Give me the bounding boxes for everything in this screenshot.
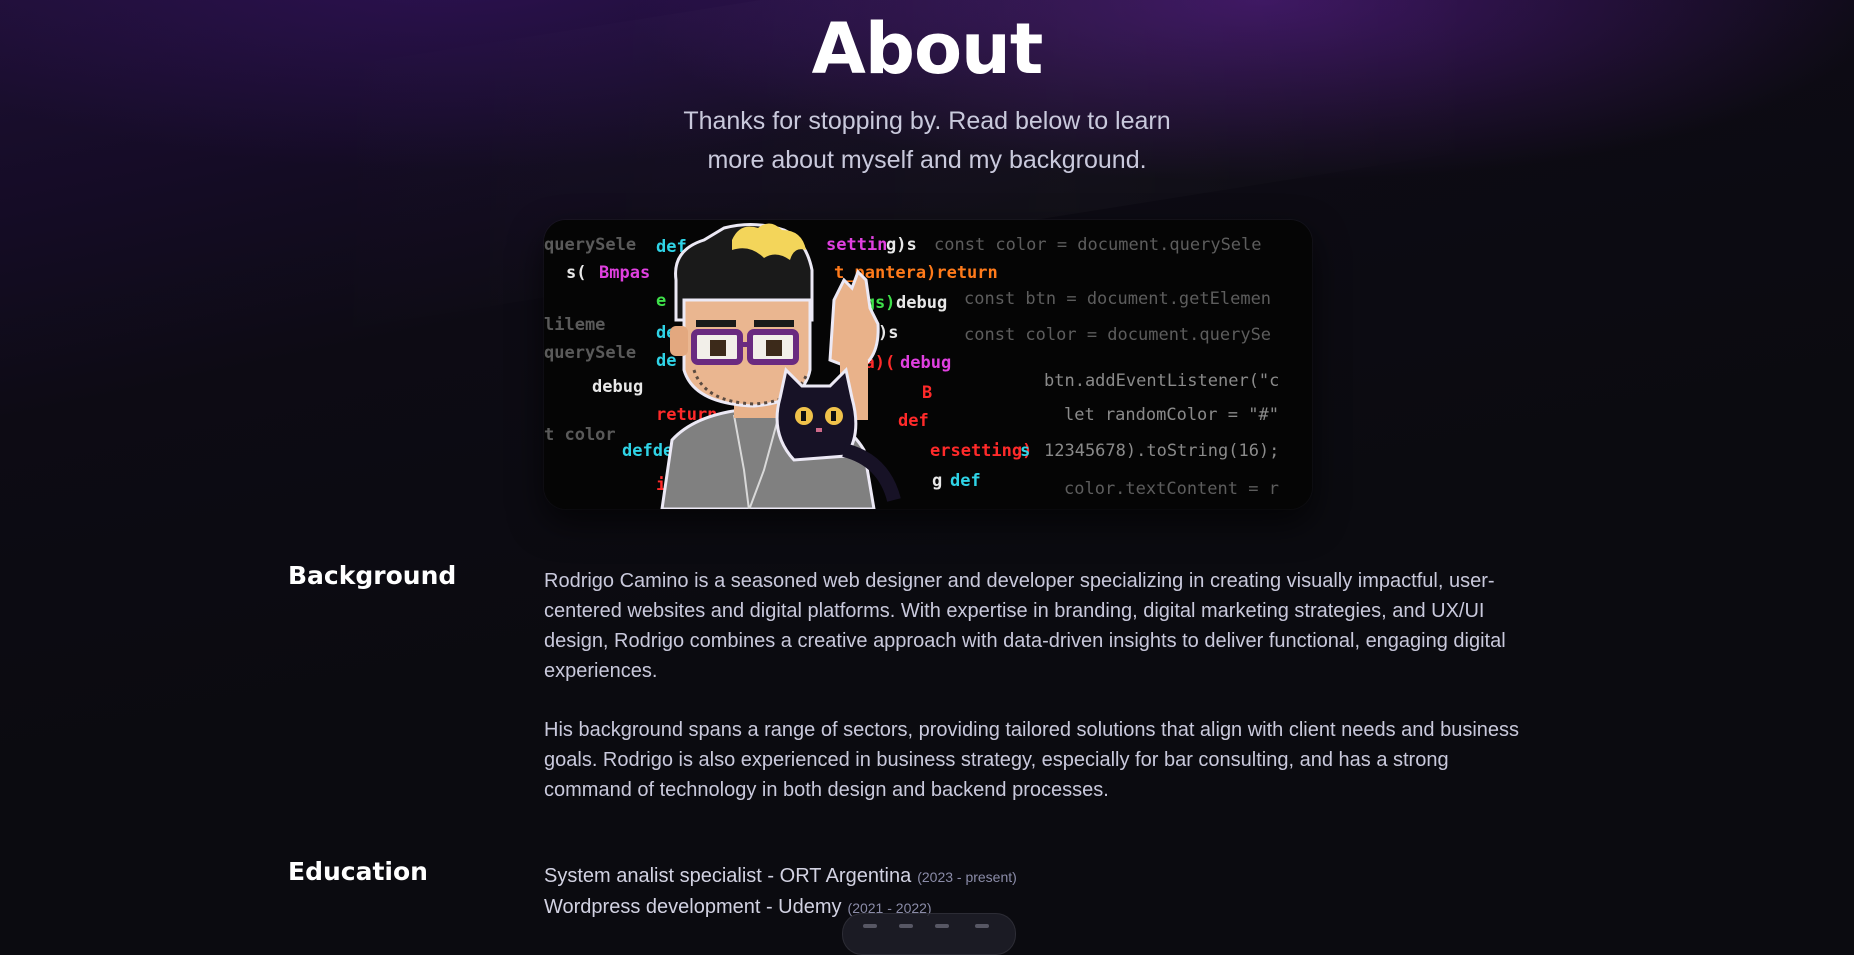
education-heading: Education: [288, 857, 428, 886]
dock-icon[interactable]: [975, 924, 989, 928]
subtitle-line-1: Thanks for stopping by. Read below to le…: [683, 107, 1171, 135]
code-keyword: debug: [900, 353, 951, 373]
background-paragraph-2: His background spans a range of sectors,…: [544, 715, 1574, 805]
code-line: const color = document.querySe: [964, 325, 1271, 345]
code-keyword: )s: [878, 323, 898, 343]
code-keyword: def: [898, 411, 929, 431]
page-title: About: [811, 8, 1044, 90]
floating-nav-dock[interactable]: [842, 913, 1016, 955]
code-keyword: settin: [826, 235, 887, 255]
code-line: const btn = document.getElemen: [964, 289, 1271, 309]
education-years: (2023 - present): [917, 869, 1017, 885]
code-line: lileme: [544, 315, 605, 335]
text-line: Rodrigo Camino is a seasoned web designe…: [544, 570, 1495, 592]
code-keyword: e: [656, 291, 666, 311]
code-keyword: B: [922, 383, 932, 403]
dock-icon[interactable]: [863, 924, 877, 928]
page-subtitle: Thanks for stopping by. Read below to le…: [627, 102, 1227, 180]
text-line: centered websites and digital platforms.…: [544, 600, 1485, 622]
code-line: 12345678).toString(16);: [1044, 441, 1279, 461]
code-line: const color = document.querySele: [934, 235, 1262, 255]
code-keyword: g)s: [886, 235, 917, 255]
code-line: let randomColor = "#": [1064, 405, 1279, 425]
text-line: His background spans a range of sectors,…: [544, 719, 1520, 741]
background-paragraph-1: Rodrigo Camino is a seasoned web designe…: [544, 566, 1574, 686]
text-line: command of technology in both design and…: [544, 779, 1109, 801]
education-title: System analist specialist - ORT Argentin…: [544, 865, 912, 887]
dock-icon[interactable]: [935, 924, 949, 928]
code-line: s(: [566, 263, 586, 283]
subtitle-line-2: more about myself and my background.: [707, 146, 1147, 174]
background-heading: Background: [288, 561, 457, 590]
text-line: experiences.: [544, 660, 658, 682]
code-keyword: Bmpas: [599, 263, 650, 283]
pixel-art-developer-with-cat-icon: querySele s( lileme querySele debug t co…: [544, 220, 1312, 509]
hero-image: querySele s( lileme querySele debug t co…: [544, 220, 1312, 509]
code-keyword: debug: [896, 293, 947, 313]
code-keyword: g: [932, 471, 942, 491]
code-line: querySele: [544, 235, 636, 255]
code-keyword: s: [1020, 441, 1030, 461]
code-keyword: ersetting): [930, 441, 1032, 461]
code-line: querySele: [544, 343, 636, 363]
education-title: Wordpress development - Udemy: [544, 896, 842, 918]
code-line: color.textContent = r: [1064, 479, 1279, 499]
code-line: debug: [592, 377, 643, 397]
code-keyword: def: [950, 471, 981, 491]
code-line: t color: [544, 425, 616, 445]
education-item: System analist specialist - ORT Argentin…: [544, 861, 1017, 892]
code-line: btn.addEventListener("c: [1044, 371, 1279, 391]
dock-icon[interactable]: [899, 924, 913, 928]
code-keyword: defde: [622, 441, 673, 461]
text-line: design, Rodrigo combines a creative appr…: [544, 630, 1506, 652]
text-line: goals. Rodrigo is also experienced in bu…: [544, 749, 1449, 771]
